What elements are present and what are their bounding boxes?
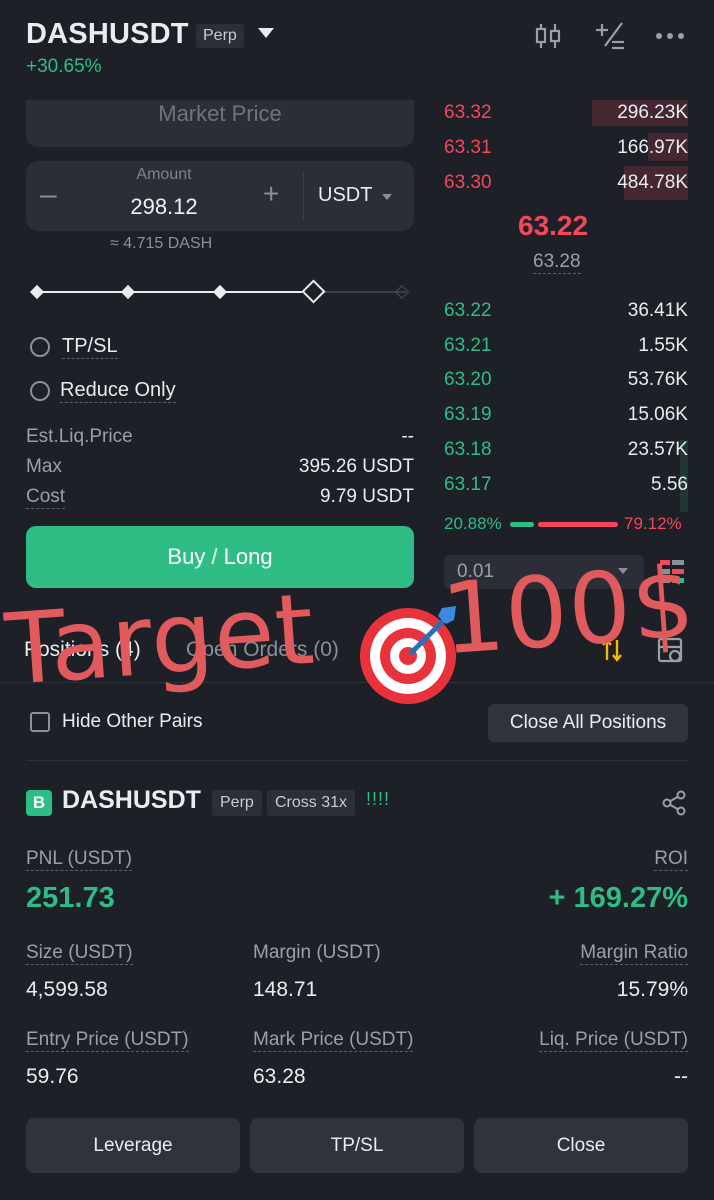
bid-qty: 36.41K <box>627 300 688 321</box>
roi-value: + 169.27% <box>548 882 688 914</box>
calculator-icon[interactable] <box>592 18 628 54</box>
amount-increase-button[interactable]: + <box>263 178 279 210</box>
tpsl-label[interactable]: TP/SL <box>62 335 118 359</box>
cost-label: Cost <box>26 486 66 509</box>
bid-qty: 5.56 <box>651 474 688 495</box>
currency-select[interactable]: USDT <box>318 184 372 207</box>
ask-qty: 166.97K <box>617 137 688 158</box>
ask-ratio: 79.12% <box>624 514 682 533</box>
pair-title[interactable]: DASHUSDT <box>26 18 189 51</box>
bid-qty: 15.06K <box>627 404 688 425</box>
mark-price-label: Mark Price (USDT) <box>253 1029 414 1052</box>
slider-handle[interactable] <box>301 279 326 304</box>
slider-stop-0[interactable] <box>29 284 45 300</box>
last-price[interactable]: 63.22 <box>518 210 588 242</box>
market-price-field[interactable]: Market Price <box>26 100 414 147</box>
liq-price-value: -- <box>674 1065 688 1088</box>
size-value: 4,599.58 <box>26 978 108 1001</box>
slider-stop-25[interactable] <box>120 284 136 300</box>
close-all-positions-button[interactable]: Close All Positions <box>488 704 688 742</box>
contract-type-tag: Perp <box>196 24 244 48</box>
mark-price-value: 63.28 <box>253 1065 306 1088</box>
margin-ratio-label: Margin Ratio <box>580 942 688 965</box>
close-position-button[interactable]: Close <box>474 1118 688 1173</box>
amount-slider-fill <box>36 291 314 293</box>
position-contract-tag: Perp <box>212 790 262 816</box>
reduce-only-radio[interactable] <box>30 381 50 401</box>
entry-price-value: 59.76 <box>26 1065 79 1088</box>
est-liq-price-label: Est.Liq.Price <box>26 426 133 447</box>
entry-price-label: Entry Price (USDT) <box>26 1029 189 1052</box>
section-divider <box>26 760 688 761</box>
hide-other-pairs-label[interactable]: Hide Other Pairs <box>62 711 202 733</box>
risk-indicator: !!!! <box>366 789 391 809</box>
max-value: 395.26 USDT <box>298 456 414 477</box>
amount-label: Amount <box>136 166 192 183</box>
bid-qty: 1.55K <box>638 335 688 356</box>
candlestick-chart-icon[interactable] <box>530 18 566 54</box>
ask-price[interactable]: 63.31 <box>444 137 492 159</box>
bid-ratio-bar <box>510 522 534 527</box>
leverage-button[interactable]: Leverage <box>26 1118 240 1173</box>
bid-price[interactable]: 63.17 <box>444 474 492 496</box>
tpsl-button[interactable]: TP/SL <box>250 1118 464 1173</box>
slider-stop-100[interactable] <box>394 284 410 300</box>
hide-other-pairs-checkbox[interactable] <box>30 712 50 732</box>
pnl-value: 251.73 <box>26 882 115 914</box>
cost-value: 9.79 USDT <box>320 486 414 507</box>
bid-price[interactable]: 63.19 <box>444 404 492 426</box>
pnl-label: PNL (USDT) <box>26 848 132 871</box>
slider-stop-50[interactable] <box>212 284 228 300</box>
margin-value: 148.71 <box>253 978 318 1001</box>
side-badge: B <box>26 790 52 816</box>
bid-ratio: 20.88% <box>444 514 502 533</box>
ask-price[interactable]: 63.30 <box>444 172 492 194</box>
ask-price[interactable]: 63.32 <box>444 102 492 124</box>
bid-price[interactable]: 63.22 <box>444 300 492 322</box>
pair-dropdown-icon[interactable] <box>258 28 274 38</box>
max-label: Max <box>26 456 62 477</box>
position-pair[interactable]: DASHUSDT <box>62 786 201 815</box>
margin-mode-tag[interactable]: Cross 31x <box>267 790 356 816</box>
price-change-percent: +30.65% <box>26 56 102 77</box>
ask-qty: 484.78K <box>617 172 688 193</box>
chevron-down-icon[interactable] <box>382 194 392 200</box>
amount-decrease-button[interactable]: – <box>40 178 57 212</box>
bid-price[interactable]: 63.20 <box>444 369 492 391</box>
more-icon[interactable] <box>652 18 688 54</box>
approx-quantity: ≈ 4.715 DASH <box>110 235 213 252</box>
bid-price[interactable]: 63.18 <box>444 439 492 461</box>
target-dart-icon <box>356 600 464 708</box>
margin-ratio-value: 15.79% <box>616 978 688 1001</box>
ask-qty: 296.23K <box>617 102 688 123</box>
amount-divider <box>303 171 304 221</box>
bid-qty: 53.76K <box>627 369 688 390</box>
bid-qty: 23.57K <box>627 439 688 460</box>
amount-input[interactable]: 298.12 <box>96 194 232 220</box>
share-icon[interactable] <box>660 789 688 817</box>
mark-price[interactable]: 63.28 <box>533 251 581 274</box>
reduce-only-label[interactable]: Reduce Only <box>60 379 176 403</box>
bid-price[interactable]: 63.21 <box>444 335 492 357</box>
liq-price-label: Liq. Price (USDT) <box>539 1029 688 1052</box>
tpsl-radio[interactable] <box>30 337 50 357</box>
roi-label: ROI <box>654 848 688 871</box>
size-label: Size (USDT) <box>26 942 133 965</box>
ask-ratio-bar <box>538 522 618 527</box>
margin-label: Margin (USDT) <box>253 942 381 963</box>
est-liq-price-value: -- <box>401 426 414 447</box>
